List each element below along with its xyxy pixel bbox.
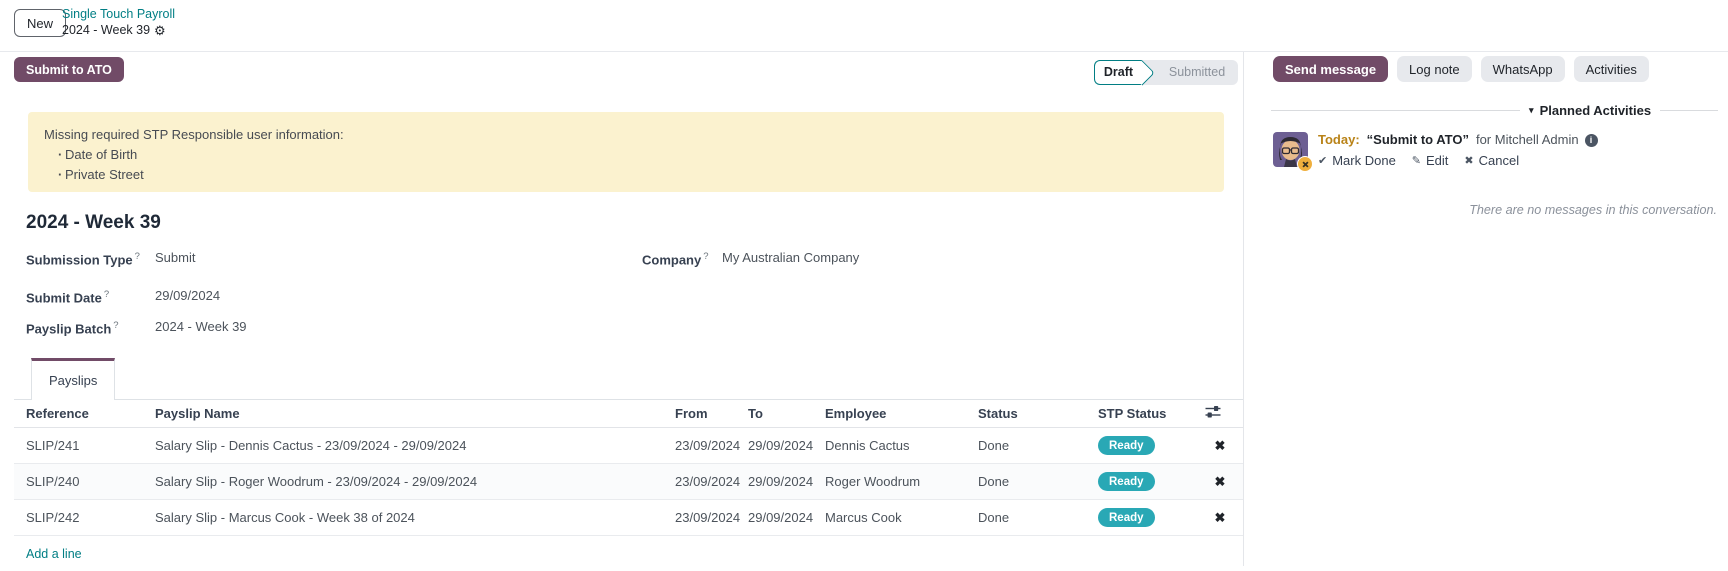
- cell-from: 23/09/2024: [675, 500, 748, 536]
- whatsapp-button[interactable]: WhatsApp: [1481, 56, 1565, 82]
- payslip-batch-label: Payslip Batch?: [26, 318, 119, 337]
- activity-due-label: Today:: [1318, 132, 1360, 148]
- cell-to: 29/09/2024: [748, 500, 825, 536]
- page-title: 2024 - Week 39: [26, 212, 161, 234]
- statusbar-draft-label: Draft: [1095, 61, 1142, 84]
- info-icon[interactable]: i: [1585, 134, 1598, 147]
- payslips-table: Reference Payslip Name From To Employee …: [14, 400, 1243, 571]
- edit-label: Edit: [1426, 153, 1448, 168]
- help-marker: ?: [104, 289, 109, 300]
- breadcrumb-current: 2024 - Week 39: [62, 23, 150, 39]
- col-header-stp-status[interactable]: STP Status: [1098, 400, 1205, 428]
- col-header-reference[interactable]: Reference: [14, 400, 155, 428]
- avatar: [1273, 132, 1308, 167]
- activity-summary: “Submit to ATO”: [1367, 132, 1469, 148]
- submit-date-value[interactable]: 29/09/2024: [155, 288, 220, 304]
- planned-activities-header: ▾ Planned Activities: [1271, 103, 1718, 117]
- cell-payslip-name: Salary Slip - Roger Woodrum - 23/09/2024…: [155, 464, 675, 500]
- send-message-button[interactable]: Send message: [1273, 56, 1388, 82]
- activity-item: Today: “Submit to ATO” for Mitchell Admi…: [1273, 132, 1720, 168]
- payslip-batch-value[interactable]: 2024 - Week 39: [155, 319, 247, 335]
- cell-status: Done: [978, 500, 1098, 536]
- col-header-employee[interactable]: Employee: [825, 400, 978, 428]
- submission-type-label: Submission Type?: [26, 249, 140, 268]
- log-note-button[interactable]: Log note: [1397, 56, 1472, 82]
- mark-done-button[interactable]: ✔ Mark Done: [1318, 153, 1396, 168]
- cell-from: 23/09/2024: [675, 464, 748, 500]
- company-label: Company?: [642, 249, 709, 268]
- optional-columns-icon[interactable]: [1205, 405, 1221, 418]
- activity-assignee: for Mitchell Admin: [1476, 132, 1579, 148]
- cell-reference: SLIP/242: [14, 500, 155, 536]
- table-row[interactable]: SLIP/242 Salary Slip - Marcus Cook - Wee…: [14, 500, 1243, 536]
- help-marker: ?: [703, 251, 708, 262]
- col-header-to[interactable]: To: [748, 400, 825, 428]
- cell-to: 29/09/2024: [748, 464, 825, 500]
- tab-payslips[interactable]: Payslips: [31, 358, 115, 400]
- gear-icon[interactable]: ⚙: [154, 24, 166, 37]
- divider-line: [1660, 110, 1718, 111]
- top-bar: New Single Touch Payroll 2024 - Week 39 …: [0, 0, 1728, 52]
- cell-employee: Roger Woodrum: [825, 464, 978, 500]
- submission-type-value[interactable]: Submit: [155, 250, 195, 266]
- delete-row-icon[interactable]: ✖: [1215, 510, 1226, 525]
- cell-reference: SLIP/240: [14, 464, 155, 500]
- new-button[interactable]: New: [14, 9, 66, 37]
- divider-line: [1271, 110, 1520, 111]
- planned-activities-title: Planned Activities: [1540, 103, 1652, 118]
- warning-item: Private Street: [44, 166, 1206, 183]
- col-header-from[interactable]: From: [675, 400, 748, 428]
- planned-activities-toggle[interactable]: ▾ Planned Activities: [1529, 103, 1651, 118]
- col-header-payslip-name[interactable]: Payslip Name: [155, 400, 675, 428]
- pencil-icon: ✎: [1412, 154, 1421, 167]
- chatter-panel: Send message Log note WhatsApp Activitie…: [1243, 52, 1728, 566]
- add-a-line-link[interactable]: Add a line: [26, 547, 82, 561]
- cell-status: Done: [978, 428, 1098, 464]
- cancel-label: Cancel: [1479, 153, 1519, 168]
- chevron-down-icon: ▾: [1529, 105, 1534, 116]
- breadcrumb-parent-link[interactable]: Single Touch Payroll: [62, 7, 175, 23]
- activities-button[interactable]: Activities: [1574, 56, 1649, 82]
- check-icon: ✔: [1318, 154, 1327, 167]
- chatter-buttons: Send message Log note WhatsApp Activitie…: [1273, 56, 1649, 82]
- table-row[interactable]: SLIP/241 Salary Slip - Dennis Cactus - 2…: [14, 428, 1243, 464]
- cell-from: 23/09/2024: [675, 428, 748, 464]
- warning-item: Date of Birth: [44, 146, 1206, 163]
- cell-employee: Marcus Cook: [825, 500, 978, 536]
- cell-reference: SLIP/241: [14, 428, 155, 464]
- cell-payslip-name: Salary Slip - Dennis Cactus - 23/09/2024…: [155, 428, 675, 464]
- cell-status: Done: [978, 464, 1098, 500]
- submit-to-ato-button[interactable]: Submit to ATO: [14, 57, 124, 82]
- col-header-status[interactable]: Status: [978, 400, 1098, 428]
- warning-title: Missing required STP Responsible user in…: [44, 126, 1206, 143]
- status-badge: Ready: [1098, 436, 1155, 455]
- close-icon: ✖: [1464, 154, 1473, 167]
- statusbar: Draft Submitted: [1094, 60, 1238, 85]
- table-row[interactable]: SLIP/240 Salary Slip - Roger Woodrum - 2…: [14, 464, 1243, 500]
- delete-row-icon[interactable]: ✖: [1215, 438, 1226, 453]
- company-value[interactable]: My Australian Company: [722, 250, 859, 266]
- cancel-activity-button[interactable]: ✖ Cancel: [1464, 153, 1519, 168]
- mark-done-label: Mark Done: [1332, 153, 1396, 168]
- statusbar-step-submitted[interactable]: Submitted: [1156, 60, 1238, 85]
- notebook-tabs: Payslips: [14, 358, 1243, 400]
- cell-to: 29/09/2024: [748, 428, 825, 464]
- table-header-row: Reference Payslip Name From To Employee …: [14, 400, 1243, 428]
- status-badge: Ready: [1098, 508, 1155, 527]
- activity-type-badge-icon: [1297, 156, 1313, 172]
- statusbar-step-draft[interactable]: Draft: [1094, 60, 1142, 85]
- no-messages-text: There are no messages in this conversati…: [1469, 203, 1717, 217]
- edit-activity-button[interactable]: ✎ Edit: [1412, 153, 1449, 168]
- status-badge: Ready: [1098, 472, 1155, 491]
- cell-employee: Dennis Cactus: [825, 428, 978, 464]
- delete-row-icon[interactable]: ✖: [1215, 474, 1226, 489]
- breadcrumb: Single Touch Payroll 2024 - Week 39 ⚙: [62, 7, 175, 38]
- submit-date-label: Submit Date?: [26, 287, 109, 306]
- help-marker: ?: [113, 320, 118, 331]
- help-marker: ?: [135, 251, 140, 262]
- cell-payslip-name: Salary Slip - Marcus Cook - Week 38 of 2…: [155, 500, 675, 536]
- warning-alert: Missing required STP Responsible user in…: [28, 112, 1224, 192]
